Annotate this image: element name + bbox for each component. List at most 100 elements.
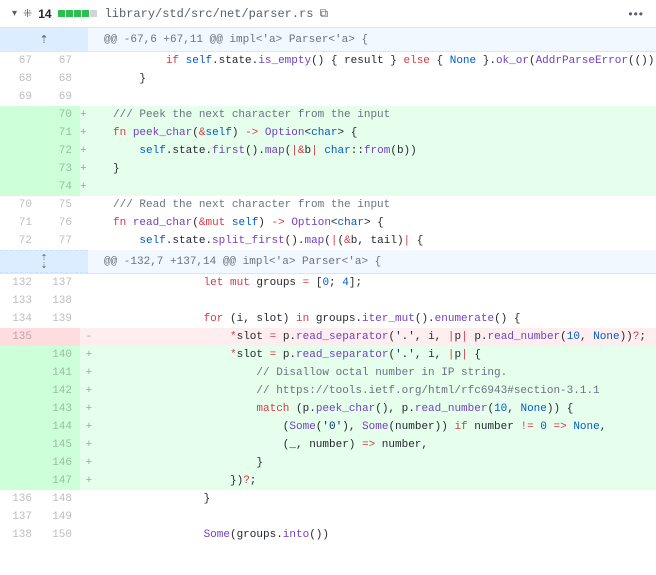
old-line-number[interactable]: 132: [0, 274, 40, 292]
old-line-number[interactable]: 133: [0, 292, 40, 310]
code-content: let mut groups = [0; 4];: [98, 274, 656, 292]
copy-path-icon[interactable]: ⧉: [319, 6, 328, 21]
new-line-number[interactable]: 73: [40, 160, 80, 178]
old-line-number[interactable]: 69: [0, 88, 40, 106]
expand-up-icon[interactable]: ⇡: [0, 28, 88, 51]
diff-line[interactable]: 138150 Some(groups.into()): [0, 526, 656, 544]
new-line-number[interactable]: 76: [40, 214, 80, 232]
new-line-number[interactable]: 75: [40, 196, 80, 214]
diff-block: 132137 let mut groups = [0; 4];133138134…: [0, 274, 656, 544]
kebab-menu-icon[interactable]: •••: [628, 7, 644, 21]
old-line-number[interactable]: [0, 178, 40, 196]
new-line-number[interactable]: 72: [40, 142, 80, 160]
old-line-number[interactable]: 70: [0, 196, 40, 214]
code-content: }: [98, 454, 656, 472]
diff-line[interactable]: 146+ }: [0, 454, 656, 472]
code-content: }: [87, 160, 656, 178]
old-line-number[interactable]: [0, 418, 40, 436]
diff-stat-bars: [58, 10, 97, 17]
new-line-number[interactable]: 146: [40, 454, 80, 472]
change-marker: [80, 508, 98, 526]
old-line-number[interactable]: 136: [0, 490, 40, 508]
diff-line[interactable]: 70+ /// Peek the next character from the…: [0, 106, 656, 124]
diff-line[interactable]: 6767 if self.state.is_empty() { result }…: [0, 52, 656, 70]
diff-line[interactable]: 144+ (Some('0'), Some(number)) if number…: [0, 418, 656, 436]
diff-line[interactable]: 135- *slot = p.read_separator('.', i, |p…: [0, 328, 656, 346]
old-line-number[interactable]: 68: [0, 70, 40, 88]
hunk-text: @@ -132,7 +137,14 @@ impl<'a> Parser<'a>…: [88, 250, 656, 273]
old-line-number[interactable]: [0, 436, 40, 454]
change-marker: -: [80, 328, 98, 346]
diff-line[interactable]: 140+ *slot = p.read_separator('.', i, |p…: [0, 346, 656, 364]
old-line-number[interactable]: [0, 124, 40, 142]
old-line-number[interactable]: [0, 106, 40, 124]
diff-line[interactable]: 7277 self.state.split_first().map(|(&b, …: [0, 232, 656, 250]
old-line-number[interactable]: [0, 364, 40, 382]
new-line-number[interactable]: 70: [40, 106, 80, 124]
diff-line[interactable]: 133138: [0, 292, 656, 310]
change-marker: [80, 52, 87, 70]
diff-line[interactable]: 74+: [0, 178, 656, 196]
old-line-number[interactable]: [0, 142, 40, 160]
new-line-number[interactable]: 147: [40, 472, 80, 490]
code-content: }: [87, 70, 656, 88]
diff-line[interactable]: 145+ (_, number) => number,: [0, 436, 656, 454]
diff-line[interactable]: 147+ })?;: [0, 472, 656, 490]
new-line-number[interactable]: 68: [40, 70, 80, 88]
diff-line[interactable]: 73+ }: [0, 160, 656, 178]
new-line-number[interactable]: 145: [40, 436, 80, 454]
new-line-number[interactable]: 137: [40, 274, 80, 292]
new-line-number[interactable]: 150: [40, 526, 80, 544]
new-line-number[interactable]: 139: [40, 310, 80, 328]
file-path[interactable]: library/std/src/net/parser.rs: [105, 7, 314, 21]
new-line-number[interactable]: 142: [40, 382, 80, 400]
code-content: *slot = p.read_separator('.', i, |p| {: [98, 346, 656, 364]
chevron-down-icon[interactable]: ▾: [12, 8, 17, 19]
diff-line[interactable]: 7075 /// Read the next character from th…: [0, 196, 656, 214]
new-line-number[interactable]: 69: [40, 88, 80, 106]
diff-line[interactable]: 7176 fn read_char(&mut self) -> Option<c…: [0, 214, 656, 232]
diff-line[interactable]: 71+ fn peek_char(&self) -> Option<char> …: [0, 124, 656, 142]
old-line-number[interactable]: 67: [0, 52, 40, 70]
old-line-number[interactable]: [0, 400, 40, 418]
new-line-number[interactable]: 148: [40, 490, 80, 508]
old-line-number[interactable]: [0, 454, 40, 472]
old-line-number[interactable]: 71: [0, 214, 40, 232]
new-line-number[interactable]: 74: [40, 178, 80, 196]
diff-line[interactable]: 141+ // Disallow octal number in IP stri…: [0, 364, 656, 382]
new-line-number[interactable]: 77: [40, 232, 80, 250]
old-line-number[interactable]: [0, 472, 40, 490]
old-line-number[interactable]: 135: [0, 328, 40, 346]
new-line-number[interactable]: 71: [40, 124, 80, 142]
new-line-number[interactable]: 149: [40, 508, 80, 526]
change-marker: +: [80, 382, 98, 400]
new-line-number[interactable]: 140: [40, 346, 80, 364]
old-line-number[interactable]: [0, 160, 40, 178]
old-line-number[interactable]: 137: [0, 508, 40, 526]
old-line-number[interactable]: 134: [0, 310, 40, 328]
new-line-number[interactable]: [40, 328, 80, 346]
old-line-number[interactable]: 72: [0, 232, 40, 250]
diff-line[interactable]: 72+ self.state.first().map(|&b| char::fr…: [0, 142, 656, 160]
diff-line[interactable]: 6868 }: [0, 70, 656, 88]
new-line-number[interactable]: 138: [40, 292, 80, 310]
new-line-number[interactable]: 141: [40, 364, 80, 382]
expand-icon[interactable]: ⁜: [23, 7, 32, 20]
new-line-number[interactable]: 143: [40, 400, 80, 418]
change-marker: +: [80, 436, 98, 454]
code-content: if self.state.is_empty() { result } else…: [87, 52, 656, 70]
expand-both-icon[interactable]: ⇡⇣: [0, 250, 88, 273]
diff-line[interactable]: 6969: [0, 88, 656, 106]
diff-line[interactable]: 142+ // https://tools.ietf.org/html/rfc6…: [0, 382, 656, 400]
diff-line[interactable]: 134139 for (i, slot) in groups.iter_mut(…: [0, 310, 656, 328]
old-line-number[interactable]: 138: [0, 526, 40, 544]
new-line-number[interactable]: 67: [40, 52, 80, 70]
diff-line[interactable]: 132137 let mut groups = [0; 4];: [0, 274, 656, 292]
code-content: self.state.first().map(|&b| char::from(b…: [87, 142, 656, 160]
diff-line[interactable]: 136148 }: [0, 490, 656, 508]
new-line-number[interactable]: 144: [40, 418, 80, 436]
diff-line[interactable]: 143+ match (p.peek_char(), p.read_number…: [0, 400, 656, 418]
old-line-number[interactable]: [0, 346, 40, 364]
old-line-number[interactable]: [0, 382, 40, 400]
diff-line[interactable]: 137149: [0, 508, 656, 526]
